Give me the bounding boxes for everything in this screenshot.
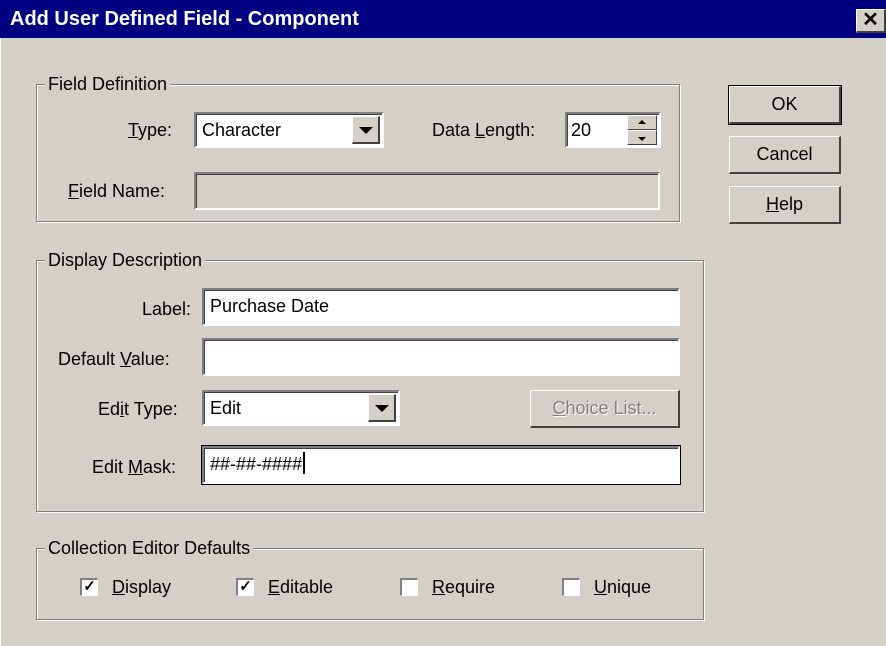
data-length-spinner[interactable]: 20	[565, 112, 661, 148]
unique-checkbox[interactable]	[562, 578, 580, 596]
require-checkbox[interactable]	[400, 578, 418, 596]
window-title: Add User Defined Field - Component	[10, 8, 359, 30]
type-label: Type:	[128, 120, 173, 140]
edit-type-select[interactable]: Edit	[202, 390, 400, 426]
editable-checkbox[interactable]: ✓	[236, 578, 254, 596]
display-description-legend: Display Description	[45, 248, 206, 272]
text-cursor	[303, 452, 306, 474]
label-input-value: Purchase Date	[210, 296, 330, 316]
edit-mask-input-value: ##-##-####	[210, 452, 306, 476]
field-definition-legend: Field Definition	[45, 72, 171, 96]
data-length-value: 20	[571, 120, 592, 140]
require-checkbox-label[interactable]: Require	[432, 576, 495, 598]
default-value-input[interactable]	[202, 338, 680, 376]
display-checkbox-label[interactable]: Display	[112, 576, 171, 598]
type-select[interactable]: Character	[194, 112, 384, 148]
collection-editor-defaults-legend: Collection Editor Defaults	[45, 536, 254, 560]
label-label: Label:	[142, 299, 192, 319]
label-input[interactable]: Purchase Date	[202, 288, 680, 326]
editable-checkbox-label[interactable]: Editable	[268, 576, 333, 598]
unique-checkbox-label[interactable]: Unique	[594, 576, 651, 598]
type-dropdown-button[interactable]	[352, 116, 380, 144]
spin-up-button[interactable]	[627, 115, 657, 130]
edit-type-select-value: Edit	[210, 398, 242, 418]
dialog-window: Add User Defined Field - Component ✕ Fie…	[0, 0, 886, 646]
field-name-input[interactable]	[194, 172, 660, 210]
close-icon: ✕	[862, 9, 879, 31]
help-button[interactable]: Help	[729, 186, 841, 224]
ok-button[interactable]: OK	[728, 85, 842, 125]
window-left-border	[0, 38, 5, 646]
edit-mask-input[interactable]: ##-##-####	[201, 445, 681, 485]
data-length-label: Data Length:	[432, 120, 536, 140]
display-checkbox[interactable]: ✓	[80, 578, 98, 596]
edit-type-label: Edit Type:	[98, 399, 178, 419]
title-bar[interactable]: Add User Defined Field - Component ✕	[0, 0, 886, 38]
edit-mask-label: Edit Mask:	[92, 457, 177, 477]
checkmark-icon: ✓	[239, 578, 252, 595]
cancel-button[interactable]: Cancel	[729, 136, 841, 174]
default-value-label: Default Value:	[58, 349, 170, 369]
spin-down-button[interactable]	[627, 130, 657, 145]
close-button[interactable]: ✕	[856, 9, 886, 33]
choice-list-button[interactable]: Choice List...	[530, 390, 680, 428]
edit-type-dropdown-button[interactable]	[368, 394, 396, 422]
type-select-value: Character	[202, 120, 282, 140]
checkmark-icon: ✓	[83, 578, 96, 595]
field-name-label: Field Name:	[68, 181, 166, 201]
